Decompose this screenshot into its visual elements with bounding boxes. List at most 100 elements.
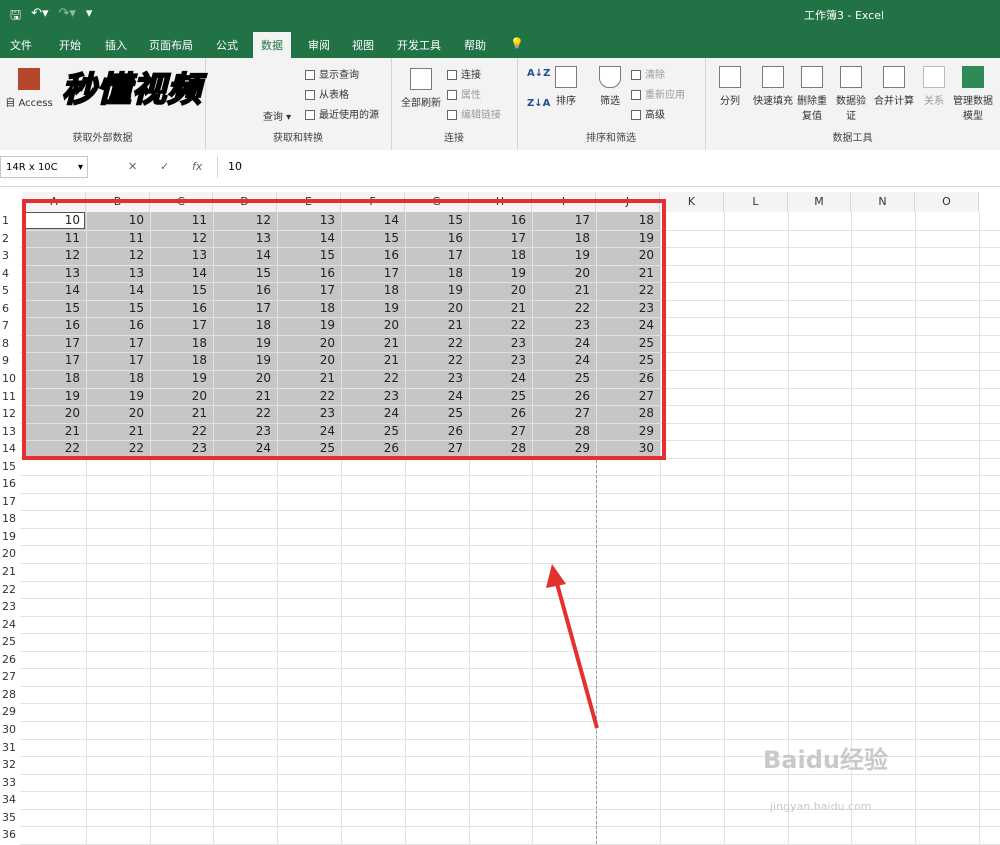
- row-header-31[interactable]: 31: [0, 739, 20, 757]
- row-header-2[interactable]: 2: [0, 230, 20, 248]
- properties-button[interactable]: 属性: [447, 86, 481, 101]
- column-header-o[interactable]: O: [915, 192, 979, 212]
- filter-button[interactable]: 筛选: [593, 66, 627, 107]
- gridline: [20, 720, 1000, 722]
- text-to-columns-button[interactable]: 分列: [715, 66, 745, 107]
- clear-filter-button[interactable]: 清除: [631, 66, 665, 81]
- query-button[interactable]: 查询 ▾: [257, 108, 297, 123]
- tab-data[interactable]: 数据: [253, 32, 291, 58]
- row-header-22[interactable]: 22: [0, 581, 20, 599]
- row-header-25[interactable]: 25: [0, 633, 20, 651]
- gridline: [20, 492, 1000, 494]
- column-header-k[interactable]: K: [660, 192, 724, 212]
- row-header-6[interactable]: 6: [0, 300, 20, 318]
- row-header-9[interactable]: 9: [0, 352, 20, 370]
- tab-developer[interactable]: 开发工具: [397, 37, 441, 53]
- row-header-7[interactable]: 7: [0, 317, 20, 335]
- row-header-11[interactable]: 11: [0, 388, 20, 406]
- row-header-28[interactable]: 28: [0, 686, 20, 704]
- row-header-30[interactable]: 30: [0, 721, 20, 739]
- table-icon: [305, 90, 315, 100]
- save-icon[interactable]: 🖫: [10, 6, 21, 28]
- column-header-n[interactable]: N: [851, 192, 915, 212]
- flash-fill-icon: [762, 66, 784, 88]
- row-header-26[interactable]: 26: [0, 651, 20, 669]
- row-header-20[interactable]: 20: [0, 545, 20, 563]
- row-header-23[interactable]: 23: [0, 598, 20, 616]
- gridline: [20, 685, 1000, 687]
- from-access-button[interactable]: 自 Access: [4, 68, 54, 109]
- row-header-12[interactable]: 12: [0, 405, 20, 423]
- gridline: [20, 475, 1000, 477]
- row-header-13[interactable]: 13: [0, 423, 20, 441]
- lightbulb-icon[interactable]: 💡: [510, 37, 524, 50]
- row-header-24[interactable]: 24: [0, 616, 20, 634]
- tab-home[interactable]: 开始: [59, 37, 81, 53]
- row-header-1[interactable]: 1: [0, 212, 20, 230]
- tab-formulas[interactable]: 公式: [216, 37, 238, 53]
- manage-data-model-button[interactable]: 管理数据模型: [953, 66, 993, 122]
- consolidate-button[interactable]: 合并计算: [871, 66, 917, 107]
- row-header-35[interactable]: 35: [0, 809, 20, 827]
- tab-view[interactable]: 视图: [352, 37, 374, 53]
- recent-sources-button[interactable]: 最近使用的源: [305, 106, 379, 121]
- refresh-all-button[interactable]: 全部刷新: [397, 68, 445, 109]
- group-connections: 全部刷新 连接 属性 编辑链接 连接: [391, 58, 518, 150]
- row-header-14[interactable]: 14: [0, 440, 20, 458]
- row-header-18[interactable]: 18: [0, 510, 20, 528]
- group-label: 数据工具: [832, 133, 873, 144]
- undo-icon[interactable]: ↶▾: [31, 6, 48, 28]
- advanced-filter-button[interactable]: 高级: [631, 106, 665, 121]
- sort-asc-button[interactable]: A↓Z: [527, 68, 550, 79]
- connections-button[interactable]: 连接: [447, 66, 481, 81]
- gridline: [20, 580, 1000, 582]
- flash-fill-button[interactable]: 快速填充: [749, 66, 797, 107]
- row-header-16[interactable]: 16: [0, 475, 20, 493]
- insert-function-icon[interactable]: fx: [192, 160, 202, 173]
- from-table-button[interactable]: 从表格: [305, 86, 349, 101]
- row-header-32[interactable]: 32: [0, 756, 20, 774]
- tab-file[interactable]: 文件: [10, 37, 32, 53]
- row-header-33[interactable]: 33: [0, 774, 20, 792]
- reapply-button[interactable]: 重新应用: [631, 86, 685, 101]
- row-header-17[interactable]: 17: [0, 493, 20, 511]
- sort-desc-button[interactable]: Z↓A: [527, 98, 550, 109]
- relationships-button[interactable]: 关系: [919, 66, 949, 107]
- group-data-tools: 分列 快速填充 删除重复值 数据验证 合并计算 关系 管理数据模型 数据工具: [705, 58, 1000, 150]
- remove-duplicates-button[interactable]: 删除重复值: [797, 66, 827, 122]
- text-to-columns-icon: [719, 66, 741, 88]
- formula-input[interactable]: 10: [217, 156, 1000, 178]
- row-header-15[interactable]: 15: [0, 458, 20, 476]
- row-header-29[interactable]: 29: [0, 703, 20, 721]
- row-header-19[interactable]: 19: [0, 528, 20, 546]
- quick-access-toolbar: 🖫 ↶▾ ↷▾ ▾: [10, 6, 92, 28]
- row-header-27[interactable]: 27: [0, 668, 20, 686]
- enter-icon[interactable]: ✓: [160, 160, 169, 173]
- tab-page-layout[interactable]: 页面布局: [149, 37, 193, 53]
- row-header-10[interactable]: 10: [0, 370, 20, 388]
- data-validation-button[interactable]: 数据验证: [833, 66, 869, 122]
- tab-help[interactable]: 帮助: [464, 37, 486, 53]
- redo-icon[interactable]: ↷▾: [59, 6, 76, 28]
- column-header-m[interactable]: M: [788, 192, 851, 212]
- row-header-5[interactable]: 5: [0, 282, 20, 300]
- recent-sources-icon: [305, 110, 315, 120]
- row-header-36[interactable]: 36: [0, 826, 20, 844]
- cancel-icon[interactable]: ✕: [128, 160, 137, 173]
- gridline: [20, 545, 1000, 547]
- name-box[interactable]: 14R x 10C ▾: [0, 156, 88, 178]
- edit-links-button[interactable]: 编辑链接: [447, 106, 501, 121]
- sort-button[interactable]: 排序: [549, 66, 583, 107]
- tab-review[interactable]: 审阅: [308, 37, 330, 53]
- tab-insert[interactable]: 插入: [105, 37, 127, 53]
- row-header-8[interactable]: 8: [0, 335, 20, 353]
- refresh-icon: [410, 68, 432, 90]
- row-header-3[interactable]: 3: [0, 247, 20, 265]
- customize-icon[interactable]: ▾: [86, 6, 93, 28]
- group-label: 获取和转换: [273, 133, 323, 144]
- row-header-21[interactable]: 21: [0, 563, 20, 581]
- row-header-34[interactable]: 34: [0, 791, 20, 809]
- show-queries-button[interactable]: 显示查询: [305, 66, 359, 81]
- column-header-l[interactable]: L: [724, 192, 788, 212]
- row-header-4[interactable]: 4: [0, 265, 20, 283]
